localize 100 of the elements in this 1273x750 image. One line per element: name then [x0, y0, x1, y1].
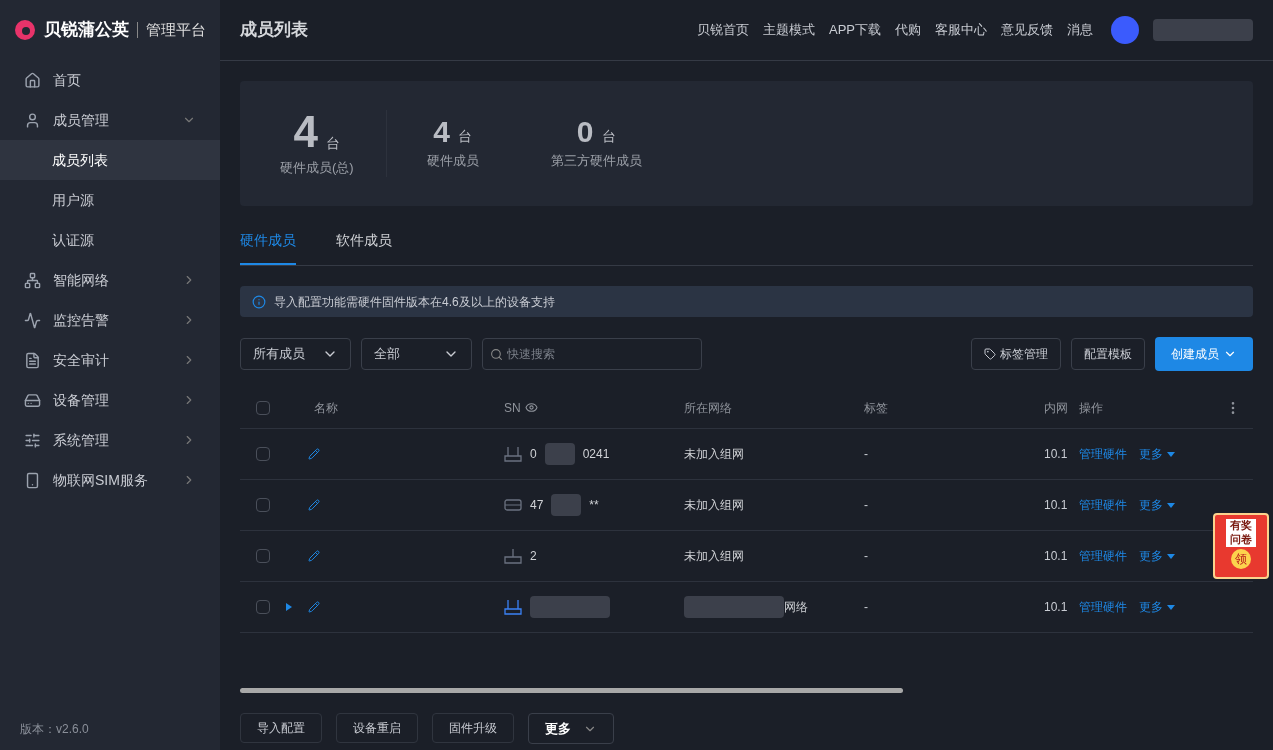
- search-field[interactable]: 快速搜索: [482, 338, 702, 370]
- header-link[interactable]: 消息: [1067, 20, 1093, 40]
- network-text: 网络: [784, 599, 808, 616]
- more-button[interactable]: 更多: [528, 713, 614, 744]
- row-checkbox[interactable]: [256, 549, 270, 563]
- edit-icon[interactable]: [308, 550, 320, 562]
- column-header: 标签: [864, 399, 889, 417]
- create-member-button[interactable]: 创建成员: [1155, 337, 1253, 371]
- manage-hardware-link[interactable]: 管理硬件: [1079, 547, 1127, 565]
- sidebar-item[interactable]: 首页: [0, 60, 220, 100]
- audit-icon: [24, 351, 41, 369]
- caret-icon: [1167, 604, 1175, 610]
- horizontal-scrollbar[interactable]: [240, 688, 903, 693]
- row-checkbox[interactable]: [256, 600, 270, 614]
- stat-value: 4: [433, 116, 450, 147]
- sidebar-item[interactable]: 系统管理: [0, 420, 220, 460]
- caret-icon: [1167, 451, 1175, 457]
- caret-icon: [1167, 502, 1175, 508]
- member-select[interactable]: 所有成员: [240, 338, 351, 370]
- expand-icon[interactable]: [286, 603, 292, 611]
- row-checkbox[interactable]: [256, 498, 270, 512]
- logo-icon: [14, 19, 36, 41]
- sidebar-subitem[interactable]: 成员列表: [0, 140, 220, 180]
- row-checkbox[interactable]: [256, 447, 270, 461]
- ip-text: 10.1: [1044, 497, 1069, 514]
- tab[interactable]: 软件成员: [336, 230, 392, 265]
- header-link[interactable]: APP下载: [829, 20, 881, 40]
- survey-badge[interactable]: 有奖 问卷 领: [1213, 513, 1269, 579]
- sidebar-item[interactable]: 智能网络: [0, 260, 220, 300]
- caret-icon: [1167, 553, 1175, 559]
- version-text: 版本：v2.6.0: [19, 721, 90, 738]
- sn-text: 0: [530, 446, 537, 463]
- home-icon: [24, 71, 41, 89]
- ip-text: 10.1: [1044, 548, 1069, 565]
- more-dropdown[interactable]: 更多: [1139, 496, 1175, 514]
- sim-icon: [24, 471, 41, 489]
- bulk-action-button[interactable]: 固件升级: [432, 713, 514, 743]
- stat-label: 硬件成员(总): [280, 158, 354, 177]
- network-text: 未加入组网: [684, 446, 744, 463]
- eye-icon[interactable]: [524, 401, 538, 414]
- more-dropdown[interactable]: 更多: [1139, 598, 1175, 616]
- badge-text: 有奖: [1226, 519, 1256, 533]
- bulk-action-button[interactable]: 设备重启: [336, 713, 418, 743]
- stat-unit: 台: [458, 126, 472, 146]
- sidebar-item[interactable]: 设备管理: [0, 380, 220, 420]
- sidebar-item[interactable]: 安全审计: [0, 340, 220, 380]
- tab[interactable]: 硬件成员: [240, 230, 296, 265]
- column-header: 内网: [1044, 399, 1069, 417]
- sidebar-item[interactable]: 成员管理: [0, 100, 220, 140]
- manage-hardware-link[interactable]: 管理硬件: [1079, 496, 1127, 514]
- device-icon: [24, 391, 41, 409]
- bulk-action-button[interactable]: 导入配置: [240, 713, 322, 743]
- more-dropdown[interactable]: 更多: [1139, 445, 1175, 463]
- sn-text: 2: [530, 548, 537, 565]
- sidebar-subitem[interactable]: 认证源: [0, 220, 220, 260]
- avatar-icon[interactable]: [1111, 16, 1139, 44]
- stat-label: 硬件成员: [426, 151, 479, 170]
- column-header: 所在网络: [684, 399, 733, 417]
- header-link[interactable]: 代购: [895, 20, 921, 40]
- manage-hardware-link[interactable]: 管理硬件: [1079, 598, 1127, 616]
- more-dropdown[interactable]: 更多: [1139, 547, 1175, 565]
- status-select[interactable]: 全部: [361, 338, 472, 370]
- edit-icon[interactable]: [308, 601, 320, 613]
- stat-label: 第三方硬件成员: [550, 151, 642, 170]
- page-title: 成员列表: [240, 19, 309, 42]
- column-header: 操作: [1079, 399, 1104, 417]
- coin-text: 领: [1231, 548, 1251, 569]
- ip-text: 10.1: [1044, 446, 1069, 463]
- column-header: SN: [504, 399, 521, 417]
- router-icon: [504, 548, 522, 564]
- header-link[interactable]: 主题模式: [763, 20, 815, 40]
- manage-hardware-link[interactable]: 管理硬件: [1079, 445, 1127, 463]
- device-icon: [504, 498, 522, 512]
- redaction-blur: [544, 443, 575, 465]
- monitor-icon: [24, 311, 41, 329]
- template-button[interactable]: 配置模板: [1071, 338, 1145, 370]
- ip-text: 10.1: [1044, 599, 1069, 616]
- notice-text: 导入配置功能需硬件固件版本在4.6及以上的设备支持: [274, 293, 555, 311]
- edit-icon[interactable]: [308, 448, 320, 460]
- header-link[interactable]: 意见反馈: [1001, 20, 1053, 40]
- header-link[interactable]: 贝锐首页: [697, 20, 749, 40]
- tag-manage-button[interactable]: 标签管理: [971, 338, 1061, 370]
- sn-text: **: [589, 497, 599, 514]
- sidebar-subitem[interactable]: 用户源: [0, 180, 220, 220]
- select-all-checkbox[interactable]: [256, 400, 270, 415]
- sidebar-item[interactable]: 物联网SIM服务: [0, 460, 220, 500]
- header-link[interactable]: 客服中心: [935, 20, 987, 40]
- stat-unit: 台: [601, 126, 616, 146]
- network-text: 未加入组网: [684, 548, 744, 565]
- tag-text: -: [864, 599, 869, 616]
- stat-unit: 台: [326, 133, 341, 153]
- search-icon: [490, 348, 503, 361]
- network-text: 未加入组网: [684, 497, 744, 514]
- info-icon: [252, 294, 266, 309]
- column-header: 名称: [314, 399, 339, 417]
- sidebar-item[interactable]: 监控告警: [0, 300, 220, 340]
- edit-icon[interactable]: [308, 499, 320, 511]
- tag-text: -: [864, 548, 869, 565]
- stat-value: 4: [293, 109, 319, 154]
- tag-text: -: [864, 446, 869, 463]
